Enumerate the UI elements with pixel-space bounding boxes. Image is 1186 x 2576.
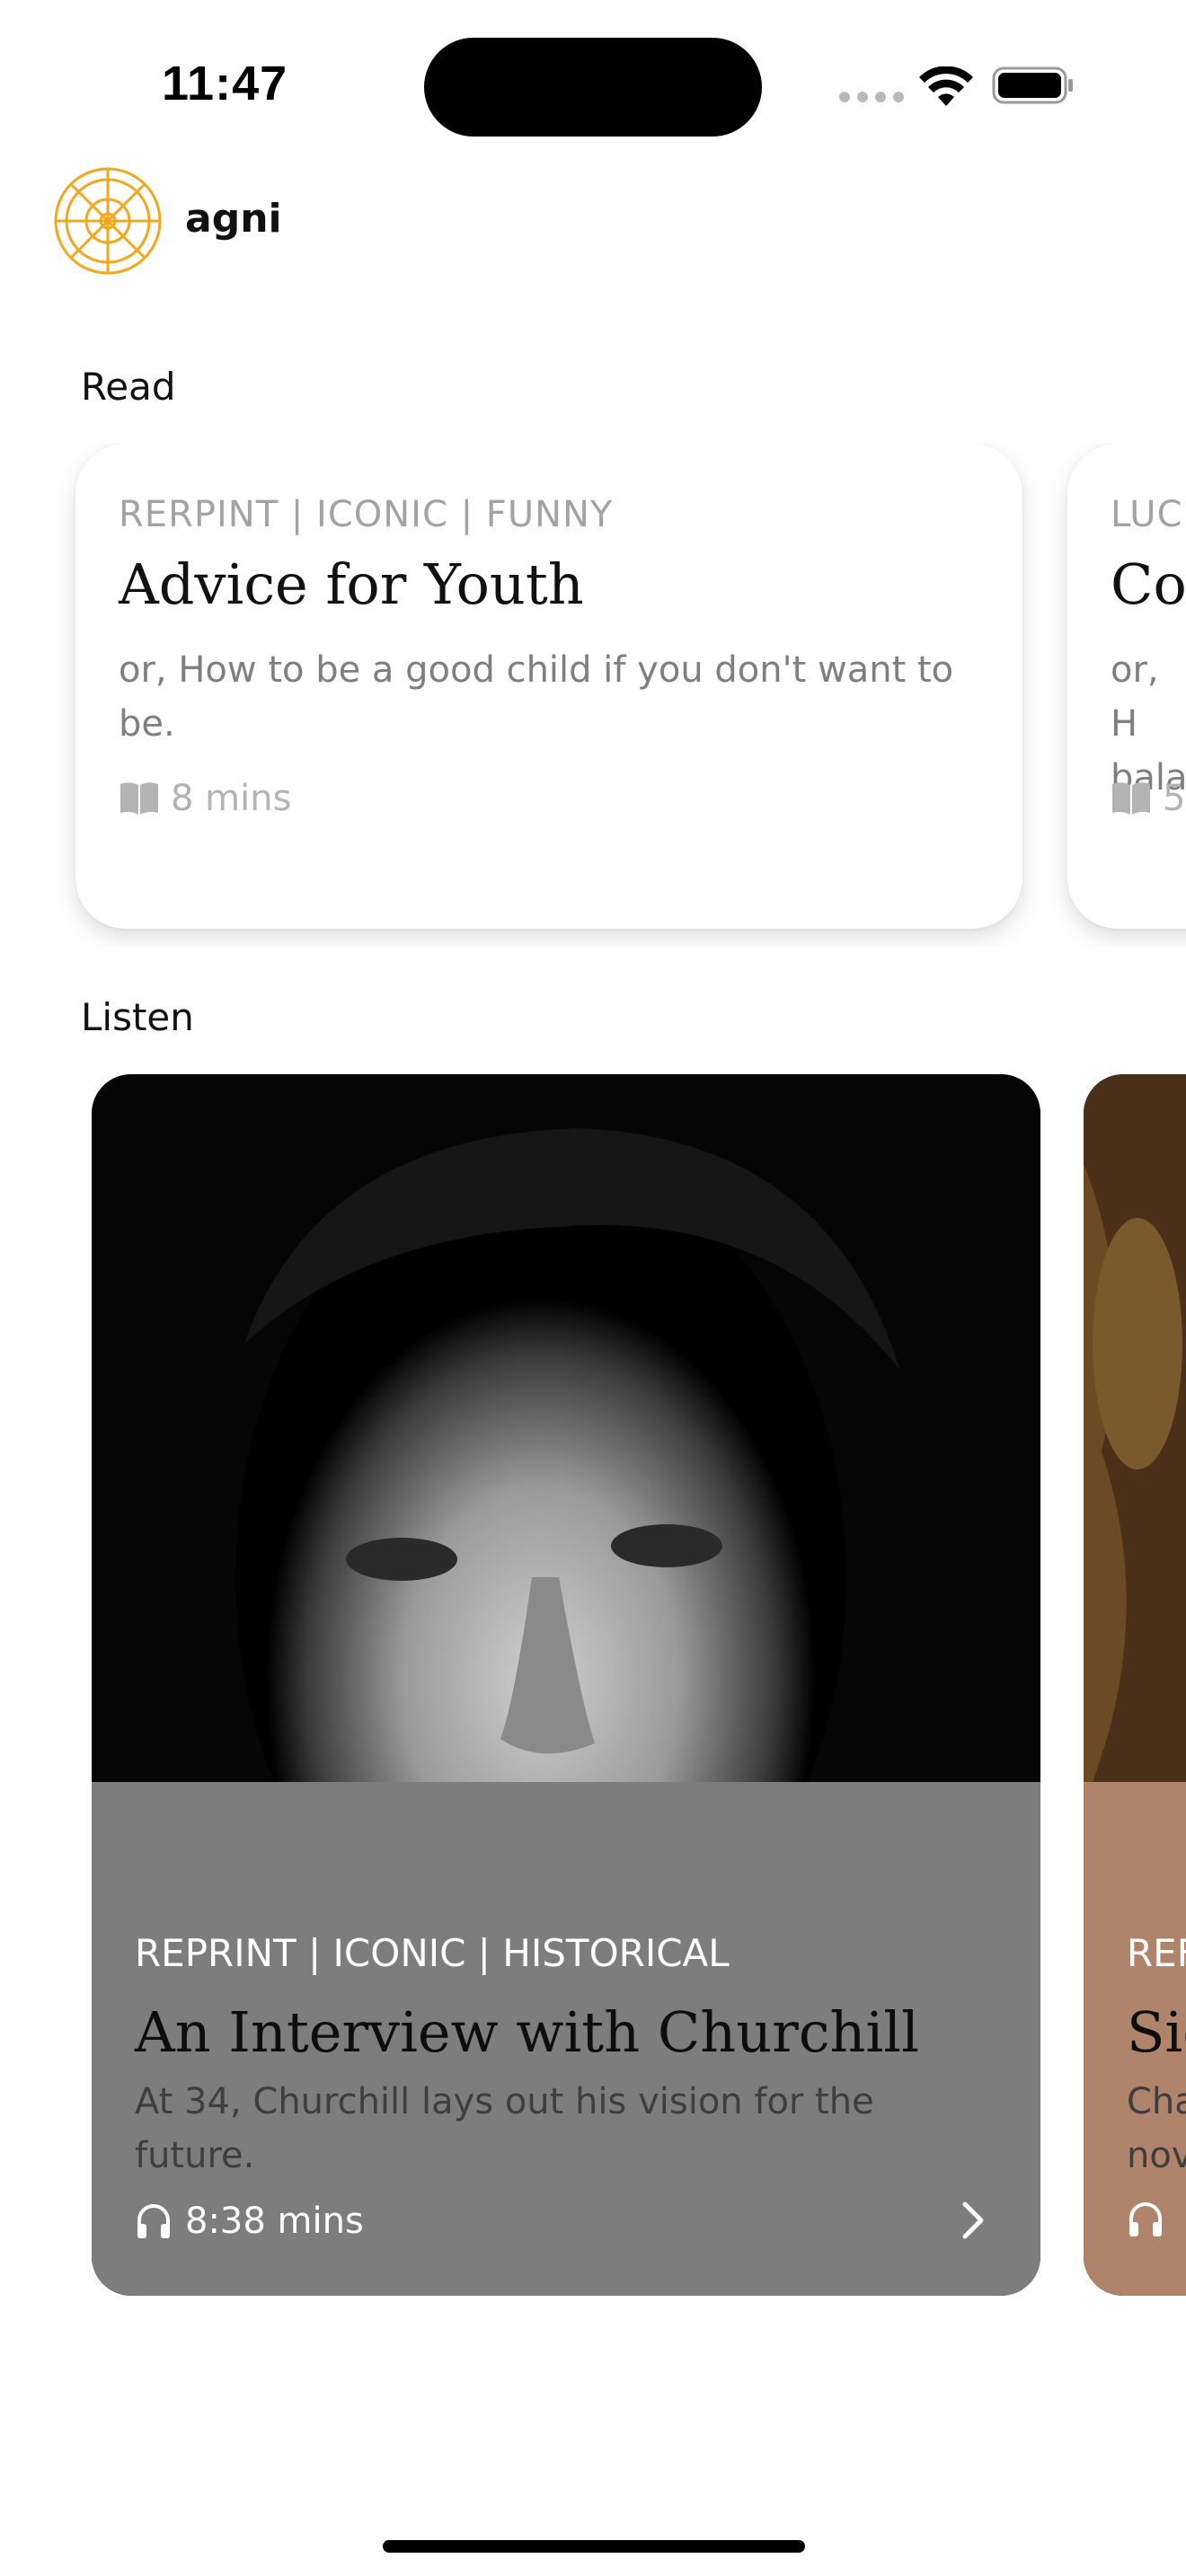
read-card-meta: 8 mins bbox=[119, 778, 291, 819]
listen-carousel[interactable]: REPRINT | ICONIC | HISTORICAL An Intervi… bbox=[0, 1074, 1186, 2305]
section-label-listen: Listen bbox=[81, 995, 194, 1039]
home-indicator[interactable] bbox=[383, 2540, 805, 2553]
battery-icon bbox=[992, 66, 1073, 104]
headphones-icon bbox=[137, 2204, 170, 2238]
chevron-right-icon[interactable] bbox=[956, 2201, 992, 2240]
listen-card-meta: 8:38 mins bbox=[135, 2201, 364, 2242]
painting-photo bbox=[1084, 1074, 1186, 1782]
listen-card-duration: 8:38 mins bbox=[185, 2201, 364, 2242]
listen-card[interactable]: REPRINT | ICONIC | HISTORICAL An Intervi… bbox=[92, 1074, 1040, 2296]
listen-card-subtitle: Cha nov bbox=[1127, 2081, 1186, 2176]
read-card-duration: 8 mins bbox=[171, 778, 292, 819]
dynamic-island bbox=[424, 38, 762, 137]
listen-card-title: An Interview with Churchill bbox=[135, 1999, 919, 2065]
read-card-title: Co bbox=[1111, 551, 1186, 617]
read-carousel[interactable]: RERPINT | ICONIC | FUNNY Advice for Yout… bbox=[0, 444, 1186, 947]
read-card-tags: RERPINT | ICONIC | FUNNY bbox=[119, 494, 614, 535]
portrait-photo bbox=[92, 1074, 1040, 1782]
headphones-icon bbox=[1129, 2202, 1162, 2236]
cellular-signal-icon bbox=[839, 92, 904, 104]
listen-card[interactable]: REF Sic Cha nov bbox=[1084, 1074, 1186, 2296]
wifi-icon bbox=[919, 66, 973, 106]
read-card[interactable]: RERPINT | ICONIC | FUNNY Advice for Yout… bbox=[75, 444, 1022, 929]
read-card-duration: 5 bbox=[1163, 778, 1186, 819]
read-card-tags: LUC bbox=[1111, 494, 1183, 535]
listen-card-tags: REF bbox=[1127, 1931, 1186, 1975]
brand-name: agni bbox=[185, 196, 282, 242]
section-label-read: Read bbox=[81, 365, 176, 409]
read-card-subtitle: or, How to be a good child if you don't … bbox=[119, 649, 954, 745]
wheel-logo-icon[interactable] bbox=[52, 165, 164, 277]
read-card[interactable]: LUC Co or, H bala 5 bbox=[1067, 444, 1186, 929]
listen-card-title: Sic bbox=[1127, 1999, 1186, 2065]
read-card-title: Advice for Youth bbox=[119, 551, 584, 617]
read-card-meta: 5 bbox=[1111, 778, 1185, 819]
listen-card-meta bbox=[1127, 2201, 1177, 2238]
listen-card-subtitle: At 34, Churchill lays out his vision for… bbox=[135, 2081, 874, 2176]
status-time: 11:47 bbox=[162, 57, 288, 110]
open-book-icon bbox=[120, 782, 158, 815]
listen-card-tags: REPRINT | ICONIC | HISTORICAL bbox=[135, 1931, 730, 1975]
open-book-icon bbox=[1112, 782, 1150, 815]
